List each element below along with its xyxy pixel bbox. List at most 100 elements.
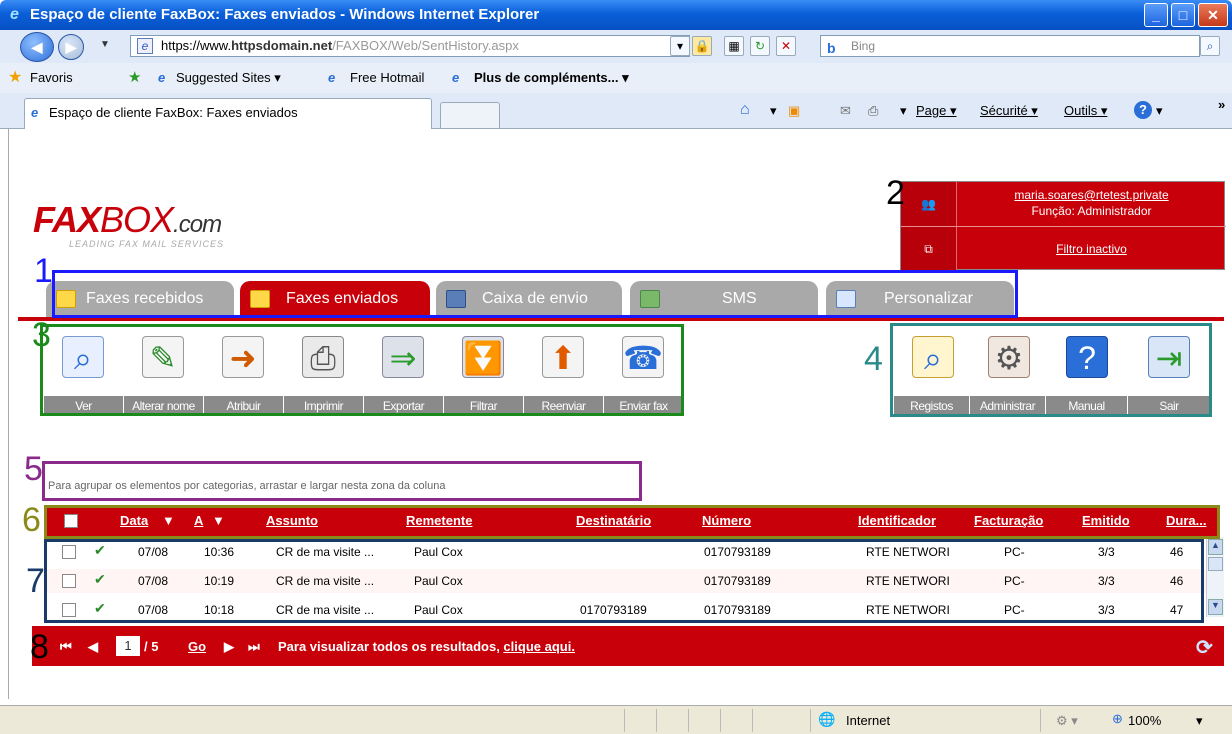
zoom-dropdown-icon[interactable]: ▾ <box>1196 713 1203 729</box>
browser-tab-row: e Espaço de cliente FaxBox: Faxes enviad… <box>0 93 1232 129</box>
url-prefix: https://www. <box>161 38 232 53</box>
page-number-input[interactable]: 1 <box>116 636 140 656</box>
refresh-grid-icon[interactable]: ⟳ <box>1196 635 1213 660</box>
close-button[interactable]: ✕ <box>1198 3 1228 27</box>
history-dropdown-icon[interactable]: ▼ <box>100 39 110 50</box>
faxbox-logo: FAXBOX.com <box>33 199 222 241</box>
next-page-icon[interactable]: ▶ <box>224 639 234 655</box>
url-path: /FAXBOX/Web/SentHistory.aspx <box>332 38 519 53</box>
scroll-thumb[interactable] <box>1208 557 1223 571</box>
page-menu[interactable]: Page ▾ <box>916 103 957 119</box>
annotation-box-6 <box>44 505 1220 539</box>
print-dropdown-icon[interactable]: ▾ <box>900 103 907 119</box>
protected-mode-icon[interactable]: ⚙ ▾ <box>1056 713 1078 729</box>
help-icon[interactable]: ? <box>1134 101 1152 119</box>
window-title-bar[interactable]: e Espaço de cliente FaxBox: Faxes enviad… <box>0 0 1232 30</box>
search-placeholder: Bing <box>851 39 876 53</box>
scroll-up-icon[interactable]: ▲ <box>1208 539 1223 555</box>
home-dropdown-icon[interactable]: ▾ <box>770 103 777 119</box>
annotation-number-8: 8 <box>30 628 49 666</box>
hotmail-icon: e <box>328 70 336 85</box>
pager-message: Para visualizar todos os resultados, <box>278 639 504 654</box>
more-addons-link[interactable]: Plus de compléments... ▾ <box>474 70 629 86</box>
window-title: Espaço de cliente FaxBox: Faxes enviados… <box>30 6 540 23</box>
status-divider <box>1040 709 1041 732</box>
forward-button[interactable]: ▶ <box>58 34 84 60</box>
status-divider <box>752 709 753 732</box>
free-hotmail-link[interactable]: Free Hotmail <box>350 70 424 85</box>
back-button[interactable]: ◀ <box>20 32 54 62</box>
browser-tab-title: Espaço de cliente FaxBox: Faxes enviados <box>49 105 298 120</box>
feeds-icon[interactable]: ▣ <box>788 103 800 119</box>
annotation-box-5 <box>42 461 642 501</box>
page-icon: e <box>137 38 153 54</box>
annotation-number-2: 2 <box>886 174 905 212</box>
new-tab-button[interactable] <box>440 102 500 129</box>
annotation-box-7 <box>44 539 1204 623</box>
filter-status-link[interactable]: Filtro inactivo <box>957 242 1226 256</box>
annotation-box-3 <box>40 324 684 416</box>
add-favorite-icon[interactable]: ★ <box>128 68 141 86</box>
address-toolbar: ◀ ▶ ▼ e https://www.httpsdomain.net/FAXB… <box>0 30 1232 63</box>
annotation-number-3: 3 <box>32 316 51 354</box>
url-domain: httpsdomain.net <box>231 38 333 53</box>
refresh-icon[interactable]: ↻ <box>750 36 770 56</box>
annotation-number-5: 5 <box>24 450 43 488</box>
suggested-sites-link[interactable]: Suggested Sites ▾ <box>176 70 281 86</box>
users-icon: 👥 <box>901 182 957 226</box>
search-button-icon[interactable]: ⌕ <box>1200 36 1220 56</box>
print-icon[interactable]: ⎙ <box>868 103 878 119</box>
annotation-number-1: 1 <box>34 252 53 290</box>
compatibility-icon[interactable]: ▦ <box>724 36 744 56</box>
favorites-bar: ★ Favoris ★ e Suggested Sites ▾ e Free H… <box>0 63 1232 93</box>
annotation-number-4: 4 <box>864 340 883 378</box>
zoom-icon[interactable]: ⊕ <box>1112 711 1123 727</box>
user-role: Função: Administrador <box>1031 204 1152 218</box>
annotation-box-1 <box>52 270 1018 318</box>
internet-globe-icon: 🌐 <box>818 711 836 727</box>
filter-icon: ⧉ <box>901 227 957 271</box>
status-divider <box>624 709 625 732</box>
favorites-button[interactable]: Favoris <box>30 70 73 85</box>
user-email-link[interactable]: maria.soares@rtetest.private <box>957 188 1226 202</box>
ie-logo-icon: e <box>10 6 19 23</box>
security-menu[interactable]: Sécurité ▾ <box>980 103 1038 119</box>
addons-icon: e <box>452 70 460 85</box>
bing-icon: b <box>827 40 836 56</box>
scroll-down-icon[interactable]: ▼ <box>1208 599 1223 615</box>
show-all-link[interactable]: clique aqui. <box>503 639 575 654</box>
search-input[interactable]: b Bing <box>820 35 1200 57</box>
grid-scrollbar[interactable]: ▲ ▼ <box>1206 537 1224 617</box>
logo-com: .com <box>173 211 222 238</box>
prev-page-icon[interactable]: ◀ <box>88 639 98 655</box>
status-divider <box>656 709 657 732</box>
browser-tab[interactable]: e Espaço de cliente FaxBox: Faxes enviad… <box>24 98 432 129</box>
logo-fax: FAX <box>33 199 101 240</box>
mail-icon[interactable]: ✉ <box>840 103 851 119</box>
stop-icon[interactable]: ✕ <box>776 36 796 56</box>
address-bar[interactable]: e https://www.httpsdomain.net/FAXBOX/Web… <box>130 35 690 57</box>
suggested-sites-icon: e <box>158 70 166 85</box>
page-total: / 5 <box>144 639 159 654</box>
status-divider <box>688 709 689 732</box>
logo-box: BOX <box>100 199 174 240</box>
first-page-icon[interactable]: ⏮ <box>60 639 72 655</box>
status-bar: 🌐 Internet ⚙ ▾ ⊕ 100% ▾ <box>0 705 1232 734</box>
help-dropdown-icon[interactable]: ▾ <box>1156 103 1163 119</box>
address-dropdown-icon[interactable]: ▾ <box>670 36 690 56</box>
lock-icon[interactable]: 🔒 <box>692 36 712 56</box>
tools-menu[interactable]: Outils ▾ <box>1064 103 1107 119</box>
maximize-button[interactable]: □ <box>1171 3 1195 27</box>
pager-bar: ⏮ ◀ 1 / 5 Go ▶ ⏭ Para visualizar todos o… <box>32 626 1224 666</box>
last-page-icon[interactable]: ⏭ <box>248 639 260 655</box>
overflow-chevron-icon[interactable]: » <box>1218 97 1225 112</box>
minimize-button[interactable]: _ <box>1144 3 1168 27</box>
go-button[interactable]: Go <box>188 639 206 654</box>
status-divider <box>810 709 811 732</box>
user-panel: 👥 maria.soares@rtetest.private Função: A… <box>900 181 1226 271</box>
zoom-level[interactable]: 100% <box>1128 713 1161 728</box>
annotation-box-4 <box>890 323 1212 417</box>
security-zone[interactable]: Internet <box>846 713 890 728</box>
favorites-star-icon: ★ <box>8 69 23 86</box>
home-icon[interactable]: ⌂ <box>740 101 750 119</box>
